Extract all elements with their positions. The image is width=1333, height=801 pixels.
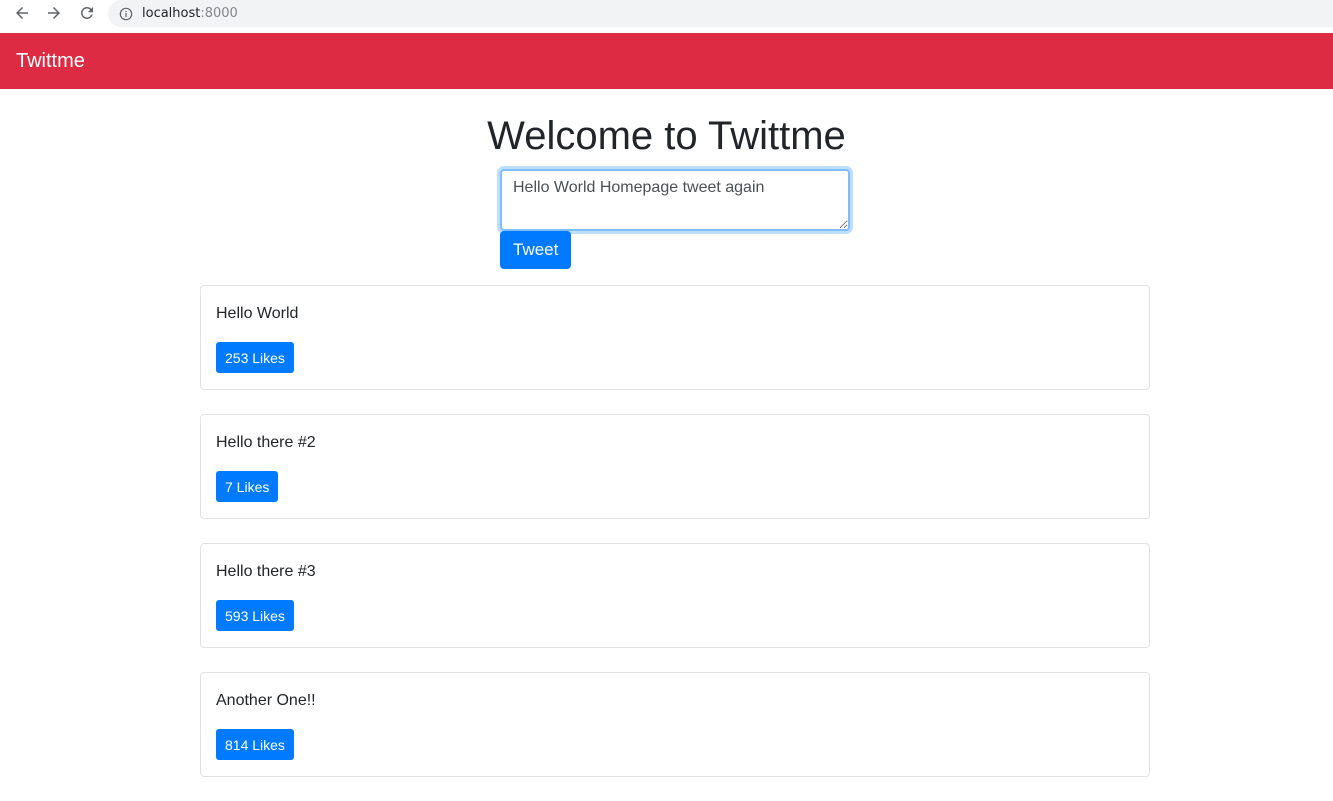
tweet-card: Hello there #2 7 Likes — [200, 414, 1150, 519]
tweet-input[interactable]: Hello World Homepage tweet again — [500, 169, 850, 231]
like-button[interactable]: 814 Likes — [216, 729, 294, 760]
tweet-list: Hello World 253 Likes Hello there #2 7 L… — [200, 285, 1150, 801]
browser-toolbar: localhost:8000 — [0, 0, 1333, 33]
tweet-card: Hello there #3 593 Likes — [200, 543, 1150, 648]
address-bar[interactable]: localhost:8000 — [108, 0, 1333, 27]
navbar-brand[interactable]: Twittme — [16, 50, 85, 73]
page-title: Welcome to Twittme — [487, 114, 846, 158]
url-port: :8000 — [200, 6, 238, 21]
url-text: localhost:8000 — [142, 6, 238, 21]
navbar: Twittme — [0, 33, 1333, 89]
like-button[interactable]: 253 Likes — [216, 342, 294, 373]
tweet-text: Hello World — [216, 305, 299, 322]
tweet-form: Hello World Homepage tweet again Tweet — [500, 169, 850, 269]
info-icon[interactable] — [119, 7, 133, 21]
like-button[interactable]: 7 Likes — [216, 471, 279, 502]
tweet-card: Hello World 253 Likes — [200, 285, 1150, 390]
tweet-text: Hello there #2 — [216, 434, 316, 451]
back-arrow-icon[interactable] — [10, 1, 34, 25]
tweet-button[interactable]: Tweet — [500, 231, 572, 269]
tweet-card: Another One!! 814 Likes — [200, 672, 1150, 777]
tweet-text: Another One!! — [216, 692, 316, 709]
tweet-text: Hello there #3 — [216, 563, 316, 580]
url-host: localhost — [142, 6, 201, 21]
like-button[interactable]: 593 Likes — [216, 600, 294, 631]
forward-arrow-icon[interactable] — [42, 1, 66, 25]
reload-icon[interactable] — [75, 1, 99, 25]
